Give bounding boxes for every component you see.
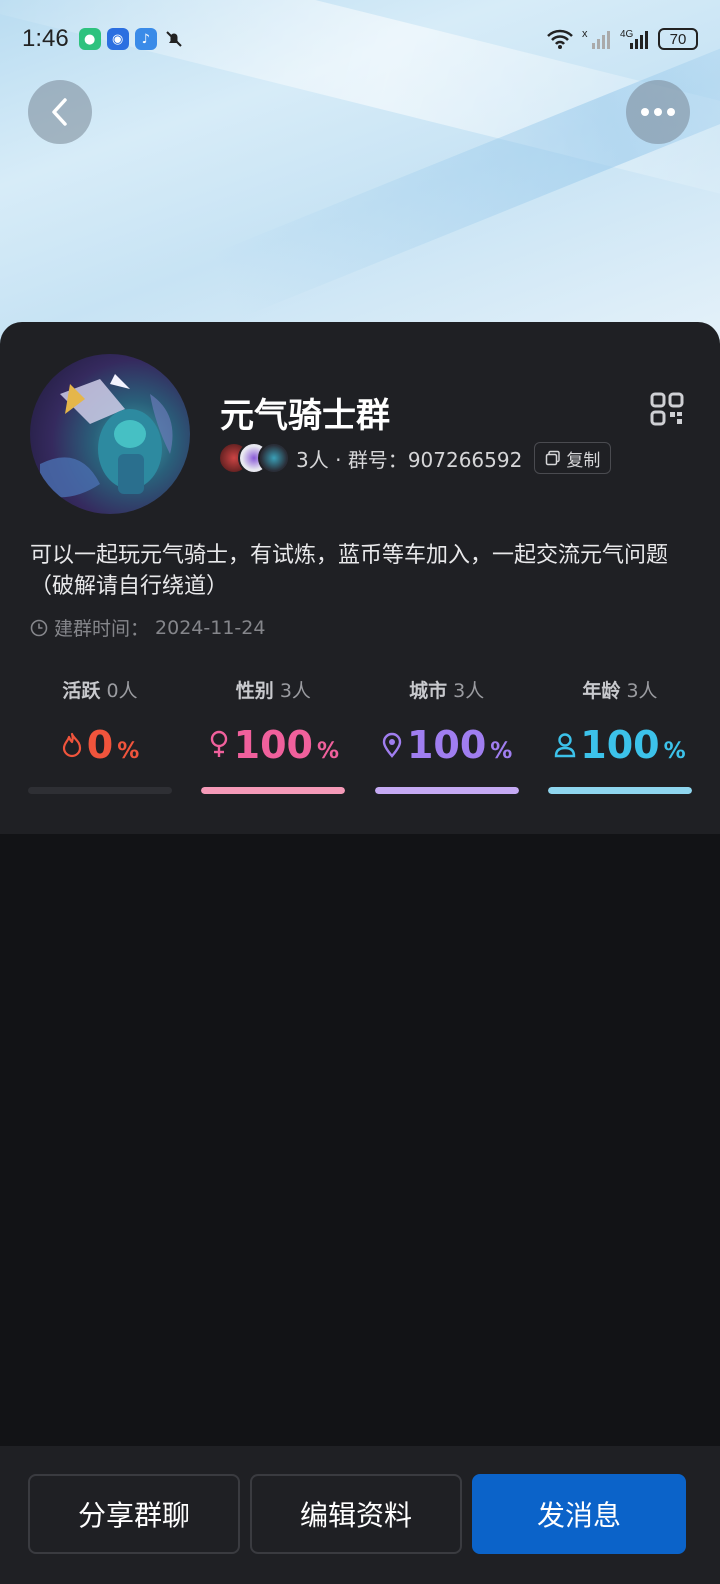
send-message-button[interactable]: 发消息	[472, 1474, 686, 1554]
group-info-card: 元气骑士群 3人 · 群号：907266592 复制 可以一起玩元气骑士，有试炼…	[0, 322, 720, 834]
edit-profile-button[interactable]: 编辑资料	[250, 1474, 462, 1554]
qr-code-icon	[650, 392, 684, 426]
stat-bar-fill	[547, 787, 692, 794]
stat-bar-fill	[201, 787, 346, 794]
female-icon	[210, 730, 227, 757]
more-dots-icon	[641, 108, 675, 116]
wechat-icon: ●	[78, 28, 101, 50]
group-meta: 3人 · 群号：907266592 复制	[218, 440, 612, 476]
more-button[interactable]	[626, 80, 690, 144]
created-time: 建群时间： 2024-11-24	[30, 614, 265, 641]
status-bar: 1:46 ● ◉ ♪ x 4G 70	[0, 0, 720, 78]
action-bar: 分享群聊 编辑资料 发消息	[0, 1446, 720, 1584]
notification-icons: ● ◉ ♪	[78, 28, 185, 50]
copy-button[interactable]: 复制	[534, 442, 612, 474]
group-avatar[interactable]	[30, 354, 190, 514]
qr-code-button[interactable]	[650, 392, 684, 430]
copy-label: 复制	[566, 450, 601, 471]
app-icon: ◉	[106, 28, 129, 50]
group-description: 可以一起玩元气骑士，有试炼，蓝币等车加入，一起交流元气问题（破解请自行绕道）	[30, 543, 669, 599]
avatar	[258, 442, 290, 474]
svg-text:4G: 4G	[620, 29, 634, 40]
chevron-left-icon	[52, 98, 67, 126]
status-indicators: x 4G 70	[546, 27, 698, 51]
status-time: 1:46	[22, 25, 69, 52]
person-icon	[555, 733, 576, 758]
stat-age[interactable]: 年龄 3人 100%	[547, 676, 692, 794]
svg-text:x: x	[582, 28, 588, 40]
share-group-button[interactable]: 分享群聊	[28, 1474, 240, 1554]
stats-row: 活跃 0人 0% 性别 3人 100% 城市 3人 100% 年龄 3人 100…	[28, 676, 692, 794]
stat-city[interactable]: 城市 3人 100%	[374, 676, 519, 794]
stat-bar-fill	[374, 787, 519, 794]
stat-gender[interactable]: 性别 3人 100%	[201, 676, 346, 794]
member-avatars[interactable]	[218, 442, 290, 474]
battery-indicator: 70	[658, 28, 698, 50]
clock-icon	[30, 619, 48, 636]
signal-x-icon: x	[582, 28, 610, 49]
back-button[interactable]	[28, 80, 92, 144]
music-icon: ♪	[134, 28, 157, 50]
member-count: 3人 · 群号：907266592	[296, 447, 523, 472]
location-pin-icon	[382, 732, 402, 758]
copy-icon	[546, 450, 561, 466]
group-name: 元气骑士群	[220, 396, 390, 436]
wifi-icon	[547, 29, 573, 49]
stat-active[interactable]: 活跃 0人 0%	[28, 676, 172, 794]
bell-off-icon	[163, 28, 185, 50]
signal-4g-icon: 4G	[620, 29, 648, 49]
flame-icon	[62, 732, 81, 758]
